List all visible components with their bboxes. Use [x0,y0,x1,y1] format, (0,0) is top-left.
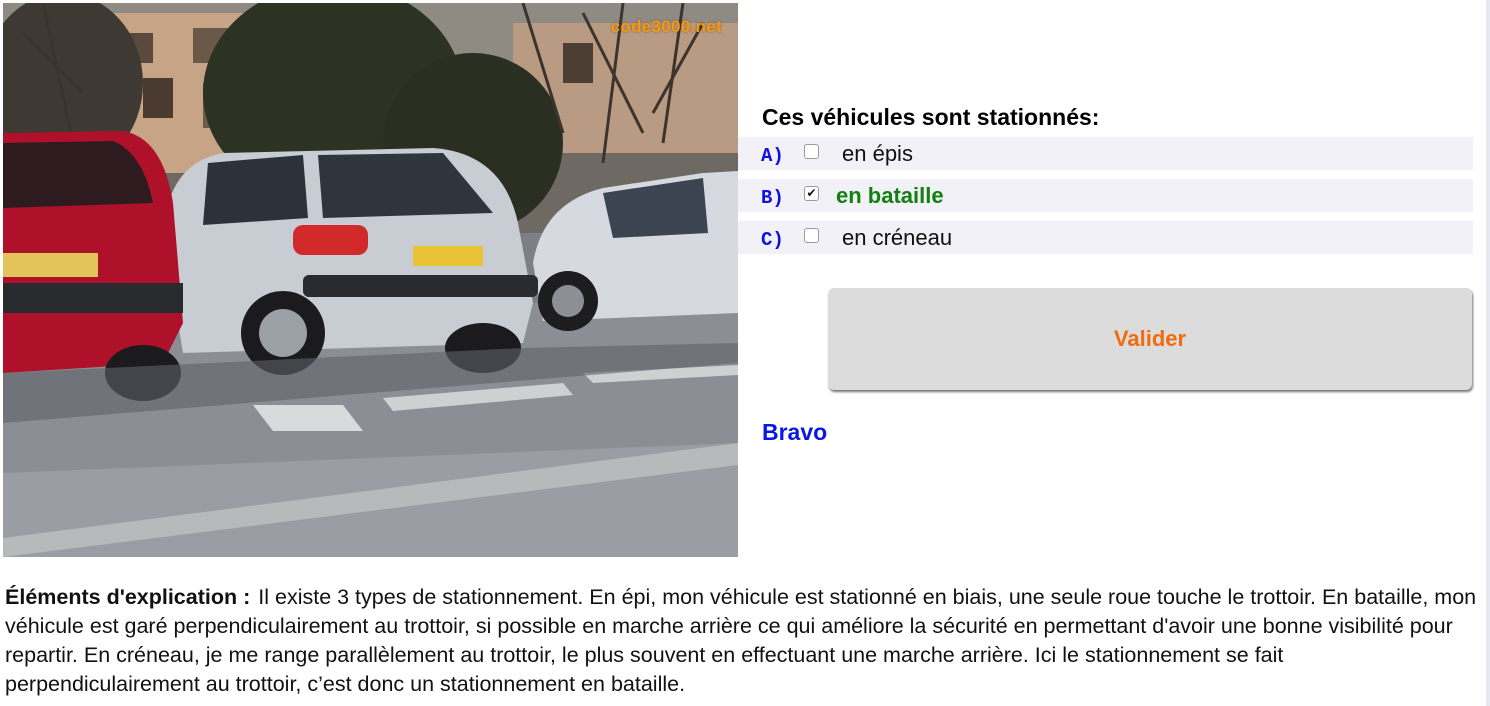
question-photo: code3000.net [3,3,738,557]
answer-option-a[interactable]: A) en épis [738,137,1473,170]
question-title: Ces véhicules sont stationnés: [762,104,1100,130]
validate-button[interactable]: Valider [828,288,1472,390]
answer-label: en créneau [842,225,953,250]
answer-option-c[interactable]: C) en créneau [738,221,1473,254]
answer-label: en épis [842,141,913,166]
answer-list: A) en épis B) ✔ en bataille C) en crénea… [738,137,1473,263]
answer-label: en bataille [836,183,944,208]
photo-watermark: code3000.net [610,17,722,36]
explanation-heading: Éléments d'explication : [5,585,251,609]
page-edge-border [1486,0,1490,706]
answer-letter: B) [761,187,784,209]
answer-letter: A) [761,145,784,167]
answer-option-b[interactable]: B) ✔ en bataille [738,179,1473,212]
parking-photo [3,3,738,557]
answer-checkbox[interactable] [804,144,819,159]
answer-checkbox-checked[interactable]: ✔ [804,186,819,201]
result-message: Bravo [762,419,828,445]
answer-checkbox[interactable] [804,228,819,243]
answer-letter: C) [761,229,784,251]
explanation-block: Éléments d'explication : Il existe 3 type… [5,583,1483,699]
